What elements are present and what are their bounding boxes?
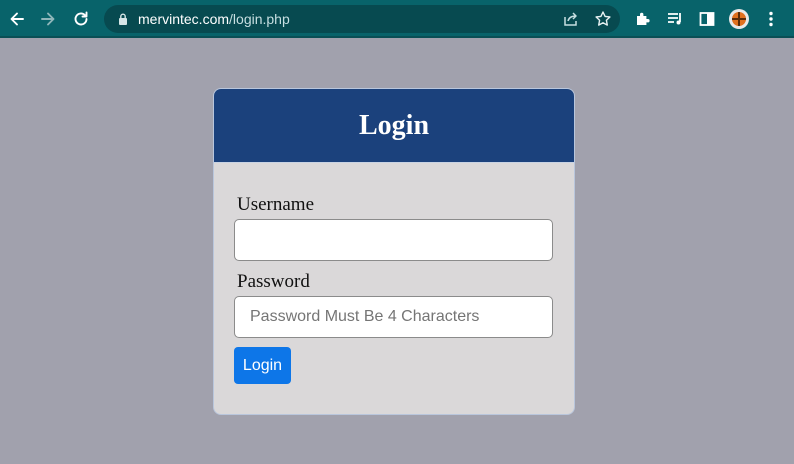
login-title: Login xyxy=(358,109,430,141)
username-label: Username xyxy=(237,194,315,215)
basketball-icon xyxy=(732,12,746,26)
avatar[interactable] xyxy=(729,9,749,29)
extensions-icon[interactable] xyxy=(632,8,654,30)
address-bar[interactable]: mervintec.com/login.php xyxy=(104,5,620,33)
login-header: Login xyxy=(214,89,574,163)
back-icon[interactable] xyxy=(6,8,28,30)
username-input[interactable] xyxy=(234,219,553,261)
login-button[interactable]: Login xyxy=(234,347,291,384)
password-input[interactable] xyxy=(234,296,553,338)
url-text[interactable]: mervintec.com/login.php xyxy=(138,11,290,27)
browser-toolbar: mervintec.com/login.php xyxy=(0,0,794,38)
side-panel-icon[interactable] xyxy=(696,8,718,30)
media-icon[interactable] xyxy=(664,8,686,30)
lock-icon[interactable] xyxy=(116,12,130,26)
reload-icon[interactable] xyxy=(70,8,92,30)
password-label: Password xyxy=(237,271,310,292)
menu-icon[interactable] xyxy=(760,8,782,30)
url-domain: mervintec.com xyxy=(138,11,230,27)
star-icon[interactable] xyxy=(594,10,612,28)
url-path: /login.php xyxy=(229,11,290,27)
forward-icon[interactable] xyxy=(37,8,59,30)
share-icon[interactable] xyxy=(562,10,580,28)
login-card: Login Username Password Login xyxy=(213,88,575,415)
